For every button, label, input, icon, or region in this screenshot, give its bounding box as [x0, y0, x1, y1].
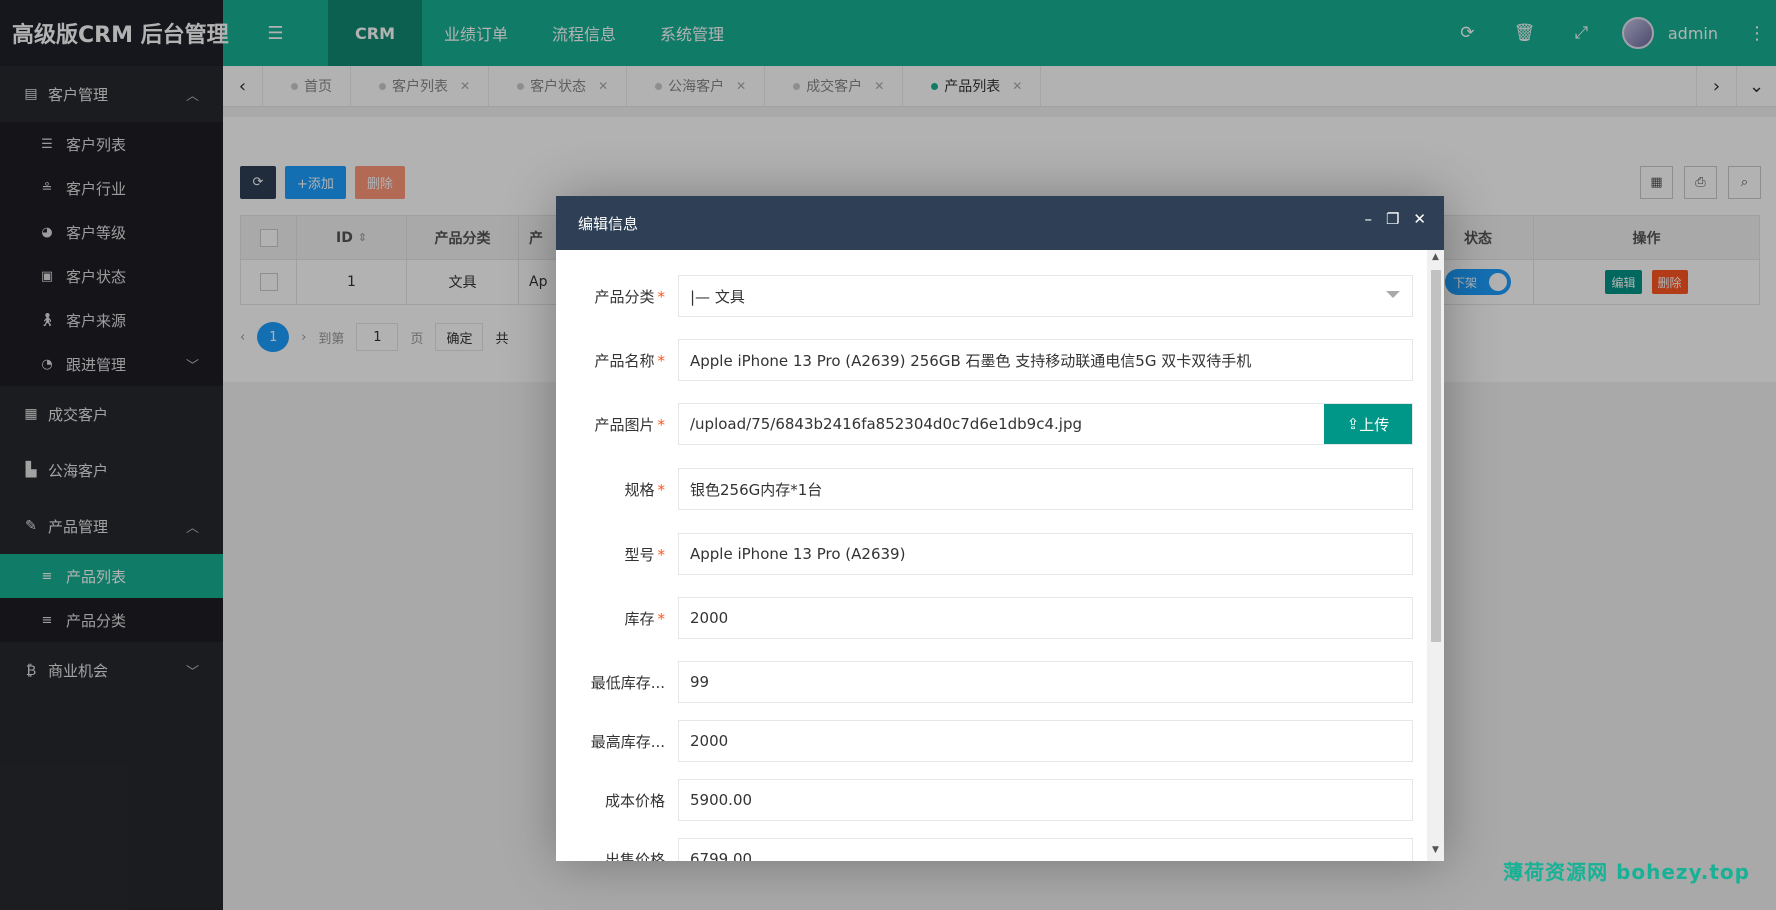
- form-row-spec: 规格 * 银色256G内存*1台: [556, 468, 1426, 510]
- modal-header: 编辑信息 – ❐ ✕: [556, 196, 1444, 250]
- form-row-min-stock: 最低库存... 99: [556, 661, 1426, 703]
- scroll-up-icon[interactable]: ▲: [1427, 252, 1444, 266]
- image-path: /upload/75/6843b2416fa852304d0c7d6e1db9c…: [690, 415, 1082, 433]
- select-value: |— 文具: [690, 287, 745, 306]
- modal-scrollbar[interactable]: ▲ ▼: [1427, 250, 1444, 861]
- minimize-icon[interactable]: –: [1364, 210, 1372, 228]
- required-mark: *: [657, 480, 666, 499]
- form-label: 成本价格: [604, 791, 665, 810]
- form-label: 出售价格: [604, 850, 665, 862]
- form-row-model: 型号 * Apple iPhone 13 Pro (A2639): [556, 533, 1426, 575]
- form-row-category: 产品分类 * |— 文具: [556, 275, 1426, 317]
- label-text: 产品分类: [594, 287, 655, 306]
- label-text: 库存: [624, 609, 655, 628]
- modal-title: 编辑信息: [578, 214, 639, 233]
- required-mark: *: [657, 545, 666, 564]
- maximize-icon[interactable]: ❐: [1386, 210, 1399, 228]
- watermark: 薄荷资源网 bohezy.top: [1503, 860, 1750, 884]
- form-label: 产品图片 *: [556, 414, 678, 435]
- close-icon[interactable]: ✕: [1413, 210, 1426, 228]
- label-text: 型号: [624, 545, 655, 564]
- form-label: 库存 *: [556, 608, 678, 629]
- label-text: 产品名称: [594, 351, 655, 370]
- scroll-down-icon[interactable]: ▼: [1427, 845, 1444, 859]
- form-label: 型号 *: [556, 544, 678, 565]
- form-row-stock: 库存 * 2000: [556, 597, 1426, 639]
- sale-price-input[interactable]: 6799.00: [678, 838, 1413, 861]
- form-row-max-stock: 最高库存... 2000: [556, 720, 1426, 762]
- required-mark: *: [657, 287, 666, 306]
- edit-modal: 编辑信息 – ❐ ✕ 产品分类 * |— 文具 产品名称 * Apple iPhon…: [556, 196, 1444, 861]
- modal-body: 产品分类 * |— 文具 产品名称 * Apple iPhone 13 Pro (A…: [556, 250, 1444, 861]
- label-text: 产品图片: [594, 415, 655, 434]
- upload-label: 上传: [1359, 415, 1390, 434]
- modal-tools: – ❐ ✕: [1364, 210, 1426, 228]
- required-mark: *: [657, 415, 666, 434]
- upload-icon: ⇪: [1346, 415, 1360, 433]
- form-label: 产品分类 *: [556, 286, 678, 307]
- max-stock-input[interactable]: 2000: [678, 720, 1413, 762]
- cost-price-input[interactable]: 5900.00: [678, 779, 1413, 821]
- stock-input[interactable]: 2000: [678, 597, 1413, 639]
- form-row-cost-price: 成本价格 5900.00: [556, 779, 1426, 821]
- product-image-input[interactable]: /upload/75/6843b2416fa852304d0c7d6e1db9c…: [678, 403, 1413, 445]
- upload-button[interactable]: ⇪ 上传: [1324, 404, 1412, 444]
- min-stock-input[interactable]: 99: [678, 661, 1413, 703]
- form-label: 规格 *: [556, 479, 678, 500]
- spec-input[interactable]: 银色256G内存*1台: [678, 468, 1413, 510]
- caret-down-icon: [1386, 291, 1400, 298]
- form-row-name: 产品名称 * Apple iPhone 13 Pro (A2639) 256GB …: [556, 339, 1426, 381]
- form-label: 最低库存...: [590, 673, 665, 692]
- category-select[interactable]: |— 文具: [678, 275, 1413, 317]
- form-row-sale-price: 出售价格 6799.00: [556, 838, 1426, 861]
- model-input[interactable]: Apple iPhone 13 Pro (A2639): [678, 533, 1413, 575]
- required-mark: *: [657, 351, 666, 370]
- product-name-input[interactable]: Apple iPhone 13 Pro (A2639) 256GB 石墨色 支持…: [678, 339, 1413, 381]
- scroll-thumb[interactable]: [1431, 270, 1441, 642]
- required-mark: *: [657, 609, 666, 628]
- label-text: 规格: [624, 480, 655, 499]
- form-row-image: 产品图片 * /upload/75/6843b2416fa852304d0c7d6…: [556, 403, 1426, 445]
- form-label: 产品名称 *: [556, 350, 678, 371]
- form-label: 最高库存...: [590, 732, 665, 751]
